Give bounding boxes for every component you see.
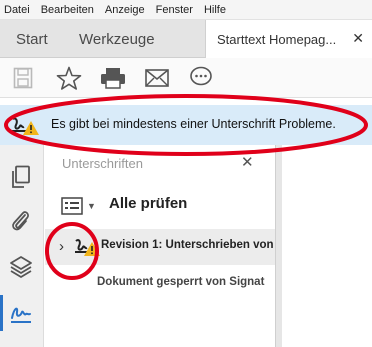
navigation-rail [0,145,44,347]
active-rail-indicator [0,295,3,331]
menu-fenster[interactable]: Fenster [156,4,193,16]
menu-bar: Datei Bearbeiten Anzeige Fenster Hilfe [0,0,372,20]
print-icon[interactable] [100,67,126,94]
toolbar [0,58,372,98]
signature-revision-row[interactable]: › Revision 1: Unterschrieben von [45,229,275,265]
verify-all-button[interactable]: Alle prüfen [109,195,187,212]
comment-icon[interactable] [189,66,213,93]
options-menu-icon[interactable] [61,197,83,220]
tab-close-icon[interactable]: ✕ [352,30,364,47]
revision-detail: Dokument gesperrt von Signat [97,276,265,288]
signature-warning-icon [10,115,40,142]
tab-werkzeuge[interactable]: Werkzeuge [79,20,155,58]
pages-icon[interactable] [9,165,31,194]
panel-close-icon[interactable]: ✕ [241,153,254,171]
menu-hilfe[interactable]: Hilfe [204,4,226,16]
chevron-right-icon[interactable]: › [59,238,64,255]
save-icon[interactable] [13,67,33,94]
revision-label: Revision 1: Unterschrieben von [101,239,274,251]
signature-notification-bar: Es gibt bei mindestens einer Unterschrif… [0,105,372,145]
document-page [282,145,372,347]
signatures-panel: Unterschriften ✕ ▼ Alle prüfen › Revisio… [45,145,275,347]
panel-title: Unterschriften [62,156,143,171]
signature-icon[interactable] [9,303,35,330]
star-icon[interactable] [56,66,82,95]
tab-document[interactable]: Starttext Homepag... ✕ [205,20,372,59]
menu-anzeige[interactable]: Anzeige [105,4,145,16]
document-area [275,145,372,347]
attachments-icon[interactable] [9,207,31,238]
tab-bar: Start Werkzeuge Starttext Homepag... ✕ [0,20,372,59]
tab-start[interactable]: Start [16,20,48,58]
tab-document-label: Starttext Homepag... [217,32,337,47]
chevron-down-icon[interactable]: ▼ [87,201,96,211]
menu-bearbeiten[interactable]: Bearbeiten [41,4,94,16]
acrobat-window: Datei Bearbeiten Anzeige Fenster Hilfe S… [0,0,372,347]
menu-datei[interactable]: Datei [4,4,30,16]
mail-icon[interactable] [145,69,169,92]
layers-icon[interactable] [9,255,33,284]
notification-text: Es gibt bei mindestens einer Unterschrif… [51,117,336,131]
signature-warning-icon [74,236,100,263]
